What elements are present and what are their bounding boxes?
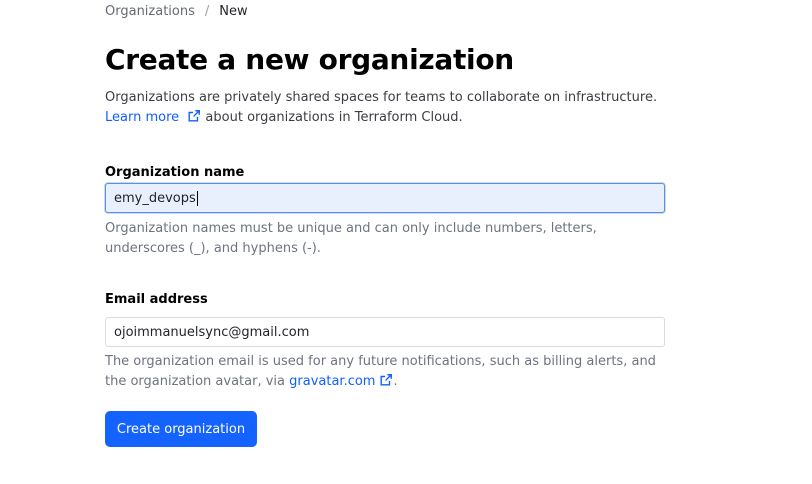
breadcrumb-organizations-link[interactable]: Organizations: [105, 4, 195, 19]
external-link-icon: [188, 110, 201, 122]
gravatar-link-label: gravatar.com: [289, 374, 376, 389]
breadcrumb-separator: /: [204, 4, 210, 19]
breadcrumb-current: New: [219, 4, 248, 19]
email-address-input[interactable]: ojoimmanuelsync@gmail.com: [105, 317, 665, 347]
organization-name-input[interactable]: emy_devops: [105, 183, 665, 213]
create-organization-page: Organizations / New Create a new organiz…: [0, 0, 812, 484]
organization-name-help: Organization names must be unique and ca…: [105, 221, 597, 256]
learn-more-link[interactable]: Learn more: [105, 110, 205, 125]
gravatar-link[interactable]: gravatar.com: [289, 374, 393, 389]
page-title: Create a new organization: [105, 43, 514, 76]
learn-more-suffix: about organizations in Terraform Cloud.: [205, 110, 463, 125]
learn-more-label: Learn more: [105, 110, 180, 125]
email-address-label: Email address: [105, 292, 208, 307]
organization-name-value: emy_devops: [114, 190, 196, 206]
external-link-icon: [380, 374, 393, 386]
breadcrumb: Organizations / New: [105, 4, 248, 19]
intro-learn-more-line: Learn more about organizations in Terraf…: [105, 108, 705, 128]
intro-text-block: Organizations are privately shared space…: [105, 88, 705, 128]
email-address-help: The organization email is used for any f…: [105, 352, 675, 392]
email-help-suffix: .: [393, 374, 398, 389]
organization-name-label: Organization name: [105, 165, 245, 180]
email-address-value: ojoimmanuelsync@gmail.com: [114, 324, 310, 340]
text-caret: [196, 190, 198, 206]
intro-description: Organizations are privately shared space…: [105, 90, 658, 105]
create-organization-button[interactable]: Create organization: [105, 411, 257, 447]
